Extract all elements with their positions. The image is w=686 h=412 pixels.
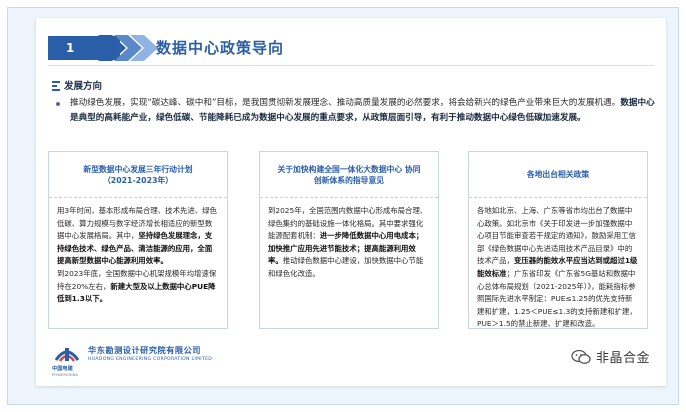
- card-subtitle: 创新体系的指导意见: [313, 175, 385, 185]
- header-divider: [48, 65, 654, 66]
- logo-text: 中国电建: [52, 366, 73, 372]
- watermark: 非晶合金: [571, 347, 650, 366]
- intro-text: 推动绿色发展，实现“碳达峰、碳中和”目标，是我国贯彻新发展理念、推动高质量发展的…: [70, 98, 621, 108]
- slide: 1 数据中心政策导向 发展方向 推动绿色发展，实现“碳达峰、碳中和”目标，是我国…: [36, 18, 666, 386]
- card-header: 关于加快构建全国一体化大数据中心 协同 创新体系的指导意见: [260, 152, 438, 198]
- chevron-arrows-icon: [98, 35, 158, 61]
- card-title: 新型数据中心发展三年行动计划: [83, 164, 193, 174]
- policy-card-local-policies: 各地出台相关政策 各地如北京、上海、广东等省市均出台了数据中心政策。如北京市《关…: [468, 151, 648, 329]
- section-title: 发展方向: [64, 81, 103, 92]
- card-text: 推动绿色数据中心建设，加快数据中心节能和绿色化改造。: [268, 256, 424, 278]
- card-body: 用3年时间，基本形成布局合理、技术先进、绿色低碳、算力规模与数字经济增长相适应的…: [49, 198, 227, 313]
- intro-paragraph: 推动绿色发展，实现“碳达峰、碳中和”目标，是我国贯彻新发展理念、推动高质量发展的…: [70, 96, 656, 126]
- policy-card-national-integration: 关于加快构建全国一体化大数据中心 协同 创新体系的指导意见 到2025年，全国范…: [259, 151, 439, 329]
- section-number: 1: [66, 41, 75, 55]
- card-paragraph: 各地如北京、上海、广东等省市均出台了数据中心政策。如北京市《关于印发进一步加强数…: [477, 205, 639, 331]
- card-paragraph: 用3年时间，基本形成布局合理、技术先进、绿色低碳、算力规模与数字经济增长相适应的…: [57, 205, 219, 268]
- company-name: 华东勘测设计研究院有限公司: [88, 345, 201, 355]
- bullet-dot-icon: [56, 102, 60, 106]
- slide-frame: 1 数据中心政策导向 发展方向 推动绿色发展，实现“碳达峰、碳中和”目标，是我国…: [7, 7, 679, 405]
- card-body: 到2025年，全国范围内数据中心形成布局合理、绿色集约的基础设施一体化格局。其中…: [260, 198, 438, 288]
- powerchina-logo-icon: [54, 348, 80, 362]
- card-paragraph: 到2023年底，全国数据中心机架规模年均增速保持在20%左右，新建大型及以上数据…: [57, 268, 219, 306]
- wechat-icon: [571, 349, 591, 364]
- logo-subtext: POWERCHINA: [52, 372, 78, 377]
- company-name-english: HUADONG ENGINEERING CORPORATION LIMITED: [88, 357, 213, 362]
- card-paragraph: 到2025年，全国范围内数据中心形成布局合理、绿色集约的基础设施一体化格局。其中…: [268, 205, 430, 281]
- page-title: 数据中心政策导向: [156, 39, 285, 57]
- watermark-text: 非晶合金: [596, 351, 651, 366]
- card-body: 各地如北京、上海、广东等省市均出台了数据中心政策。如北京市《关于印发进一步加强数…: [469, 198, 647, 338]
- card-header: 各地出台相关政策: [469, 152, 647, 198]
- card-header: 新型数据中心发展三年行动计划 （2021-2023年）: [49, 152, 227, 198]
- card-title: 关于加快构建全国一体化大数据中心 协同: [277, 164, 421, 174]
- list-icon: [52, 81, 60, 91]
- policy-card-three-year-plan: 新型数据中心发展三年行动计划 （2021-2023年） 用3年时间，基本形成布局…: [48, 151, 228, 329]
- card-title: 各地出台相关政策: [526, 170, 590, 179]
- card-subtitle: （2021-2023年）: [102, 175, 174, 185]
